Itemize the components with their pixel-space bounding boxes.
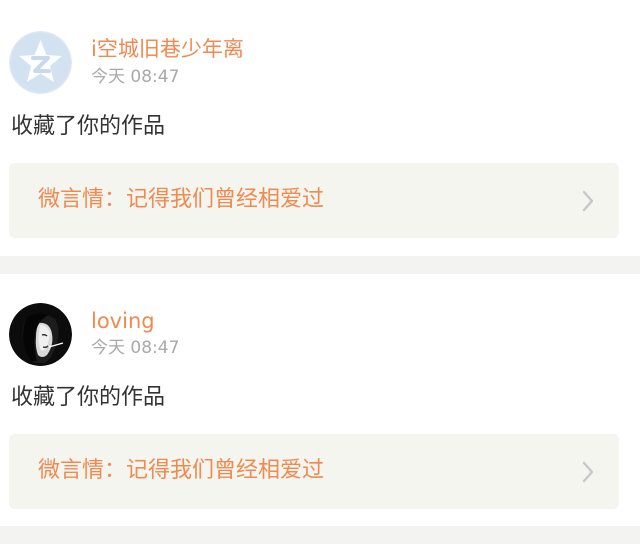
notification-feed: i空城旧巷少年离 今天 08:47 收藏了你的作品 微言情：记得我们曾经相爱过	[0, 0, 640, 544]
avatar[interactable]	[9, 31, 72, 94]
user-photo-avatar-icon	[9, 303, 72, 366]
notification-item: i空城旧巷少年离 今天 08:47 收藏了你的作品 微言情：记得我们曾经相爱过	[0, 0, 640, 256]
qzone-default-avatar-icon	[9, 31, 72, 94]
chevron-right-icon	[582, 190, 594, 212]
avatar[interactable]	[9, 303, 72, 366]
work-title: 微言情：记得我们曾经相爱过	[38, 187, 325, 212]
timestamp: 今天 08:47	[91, 338, 180, 358]
work-card[interactable]: 微言情：记得我们曾经相爱过	[9, 163, 619, 238]
notification-item: loving 今天 08:47 收藏了你的作品 微言情：记得我们曾经相爱过	[0, 274, 640, 526]
action-text: 收藏了你的作品	[11, 385, 166, 410]
work-title: 微言情：记得我们曾经相爱过	[38, 458, 325, 483]
work-card[interactable]: 微言情：记得我们曾经相爱过	[9, 434, 619, 509]
timestamp: 今天 08:47	[91, 67, 180, 87]
username[interactable]: loving	[91, 309, 155, 333]
username[interactable]: i空城旧巷少年离	[91, 37, 244, 61]
chevron-right-icon	[582, 461, 594, 483]
action-text: 收藏了你的作品	[11, 114, 166, 139]
divider	[0, 256, 640, 274]
divider	[0, 526, 640, 544]
